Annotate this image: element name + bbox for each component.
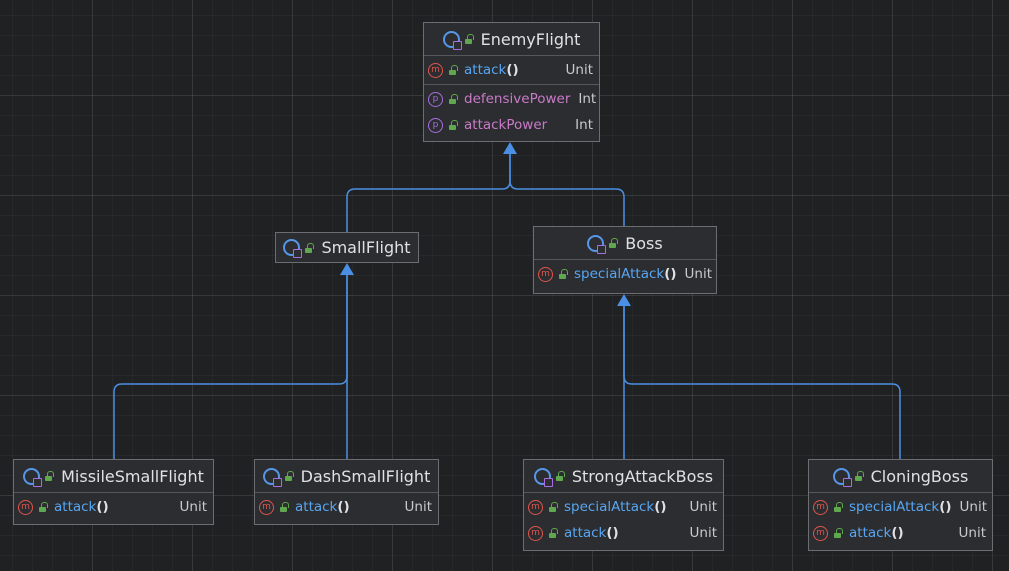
public-lock-icon xyxy=(608,238,619,248)
method-name: attack() xyxy=(564,525,619,541)
method-name: specialAttack() xyxy=(574,266,677,282)
public-lock-icon xyxy=(44,471,55,481)
class-name: EnemyFlight xyxy=(480,29,581,49)
member-row-defensivepower[interactable]: p defensivePower Int xyxy=(424,86,599,112)
property-name: defensivePower xyxy=(464,91,571,107)
class-name: MissileSmallFlight xyxy=(61,466,204,486)
member-row-specialattack[interactable]: m specialAttack() Unit xyxy=(534,261,716,287)
return-type: Unit xyxy=(689,499,717,515)
class-node-strongattackboss[interactable]: StrongAttackBoss m specialAttack() Unit … xyxy=(523,459,724,551)
method-icon: m xyxy=(428,62,443,78)
class-node-boss[interactable]: Boss m specialAttack() Unit xyxy=(533,226,717,294)
class-name: Boss xyxy=(625,233,663,253)
public-lock-icon xyxy=(448,65,458,75)
class-header: CloningBoss xyxy=(809,460,992,492)
public-lock-icon xyxy=(833,528,843,538)
methods-section: m attack() Unit xyxy=(424,55,599,84)
member-row-attack[interactable]: m attack() Unit xyxy=(14,494,213,520)
class-header: EnemyFlight xyxy=(424,23,599,55)
class-name: StrongAttackBoss xyxy=(571,466,714,486)
class-icon xyxy=(832,467,852,487)
edge-smallflight-to-enemyflight xyxy=(346,152,511,233)
public-lock-icon xyxy=(548,502,558,512)
public-lock-icon xyxy=(548,528,558,538)
class-node-smallflight[interactable]: SmallFlight xyxy=(275,232,419,263)
member-row-attackpower[interactable]: p attackPower Int xyxy=(424,112,599,138)
member-row-specialattack[interactable]: m specialAttack() Unit xyxy=(524,494,723,520)
method-icon: m xyxy=(259,499,274,515)
arrowhead-boss xyxy=(617,294,631,306)
property-name: attackPower xyxy=(464,117,548,133)
member-row-attack[interactable]: m attack() Unit xyxy=(809,520,992,546)
method-icon: m xyxy=(528,499,543,515)
method-name: attack() xyxy=(54,499,109,515)
method-icon: m xyxy=(528,525,543,541)
class-icon xyxy=(23,467,43,487)
public-lock-icon xyxy=(279,502,289,512)
class-node-missilesmallflight[interactable]: MissileSmallFlight m attack() Unit xyxy=(13,459,214,525)
methods-section: m specialAttack() Unit m attack() Unit xyxy=(524,492,723,547)
class-header: SmallFlight xyxy=(276,233,418,262)
class-node-cloningboss[interactable]: CloningBoss m specialAttack() Unit m att… xyxy=(808,459,993,551)
methods-section: m attack() Unit xyxy=(14,492,213,521)
edge-boss-to-enemyflight xyxy=(509,152,625,226)
method-name: attack() xyxy=(464,62,519,78)
class-name: SmallFlight xyxy=(321,238,411,257)
methods-section: m specialAttack() Unit xyxy=(534,259,716,288)
member-row-attack[interactable]: m attack() Unit xyxy=(255,494,438,520)
properties-section: p defensivePower Int p attackPower Int xyxy=(424,84,599,139)
return-type: Unit xyxy=(179,499,207,515)
public-lock-icon xyxy=(304,242,315,253)
methods-section: m attack() Unit xyxy=(255,492,438,521)
class-header: DashSmallFlight xyxy=(255,460,438,492)
edge-missilesmallflight-to-smallflight xyxy=(113,273,348,459)
arrowhead-enemyflight xyxy=(503,142,517,154)
class-name: CloningBoss xyxy=(870,466,969,486)
public-lock-icon xyxy=(448,94,458,104)
method-name: attack() xyxy=(295,499,350,515)
methods-section: m specialAttack() Unit m attack() Unit xyxy=(809,492,992,547)
return-type: Unit xyxy=(404,499,432,515)
class-node-dashsmallflight[interactable]: DashSmallFlight m attack() Unit xyxy=(254,459,439,525)
arrowhead-smallflight xyxy=(340,263,354,275)
member-row-specialattack[interactable]: m specialAttack() Unit xyxy=(809,494,992,520)
class-icon xyxy=(283,239,303,258)
property-icon: p xyxy=(428,91,443,107)
return-type: Unit xyxy=(689,525,717,541)
public-lock-icon xyxy=(555,471,565,481)
public-lock-icon xyxy=(464,34,474,44)
method-icon: m xyxy=(813,499,828,515)
member-row-attack[interactable]: m attack() Unit xyxy=(424,57,599,83)
method-icon: m xyxy=(18,499,33,515)
class-icon xyxy=(533,467,553,487)
method-icon: m xyxy=(813,525,828,541)
class-header: Boss xyxy=(534,227,716,259)
public-lock-icon xyxy=(854,471,864,481)
public-lock-icon xyxy=(448,120,458,130)
class-name: DashSmallFlight xyxy=(300,466,431,486)
method-name: specialAttack() xyxy=(849,499,952,515)
method-name: attack() xyxy=(849,525,904,541)
method-icon: m xyxy=(538,266,553,282)
member-row-attack[interactable]: m attack() Unit xyxy=(524,520,723,546)
return-type: Unit xyxy=(958,525,986,541)
class-header: StrongAttackBoss xyxy=(524,460,723,492)
return-type: Unit xyxy=(684,266,713,282)
method-name: specialAttack() xyxy=(564,499,667,515)
class-node-enemyflight[interactable]: EnemyFlight m attack() Unit p defensiveP… xyxy=(423,22,600,142)
property-type: Int xyxy=(575,117,593,133)
public-lock-icon xyxy=(558,269,568,279)
class-icon xyxy=(442,30,462,50)
return-type: Unit xyxy=(565,62,593,78)
public-lock-icon xyxy=(284,471,294,481)
class-icon xyxy=(587,234,607,254)
class-icon xyxy=(262,467,282,487)
property-type: Int xyxy=(578,91,597,107)
property-icon: p xyxy=(428,117,443,133)
public-lock-icon xyxy=(833,502,843,512)
public-lock-icon xyxy=(38,502,48,512)
class-header: MissileSmallFlight xyxy=(14,460,213,492)
return-type: Unit xyxy=(959,499,988,515)
edge-cloningboss-to-boss xyxy=(623,304,901,459)
